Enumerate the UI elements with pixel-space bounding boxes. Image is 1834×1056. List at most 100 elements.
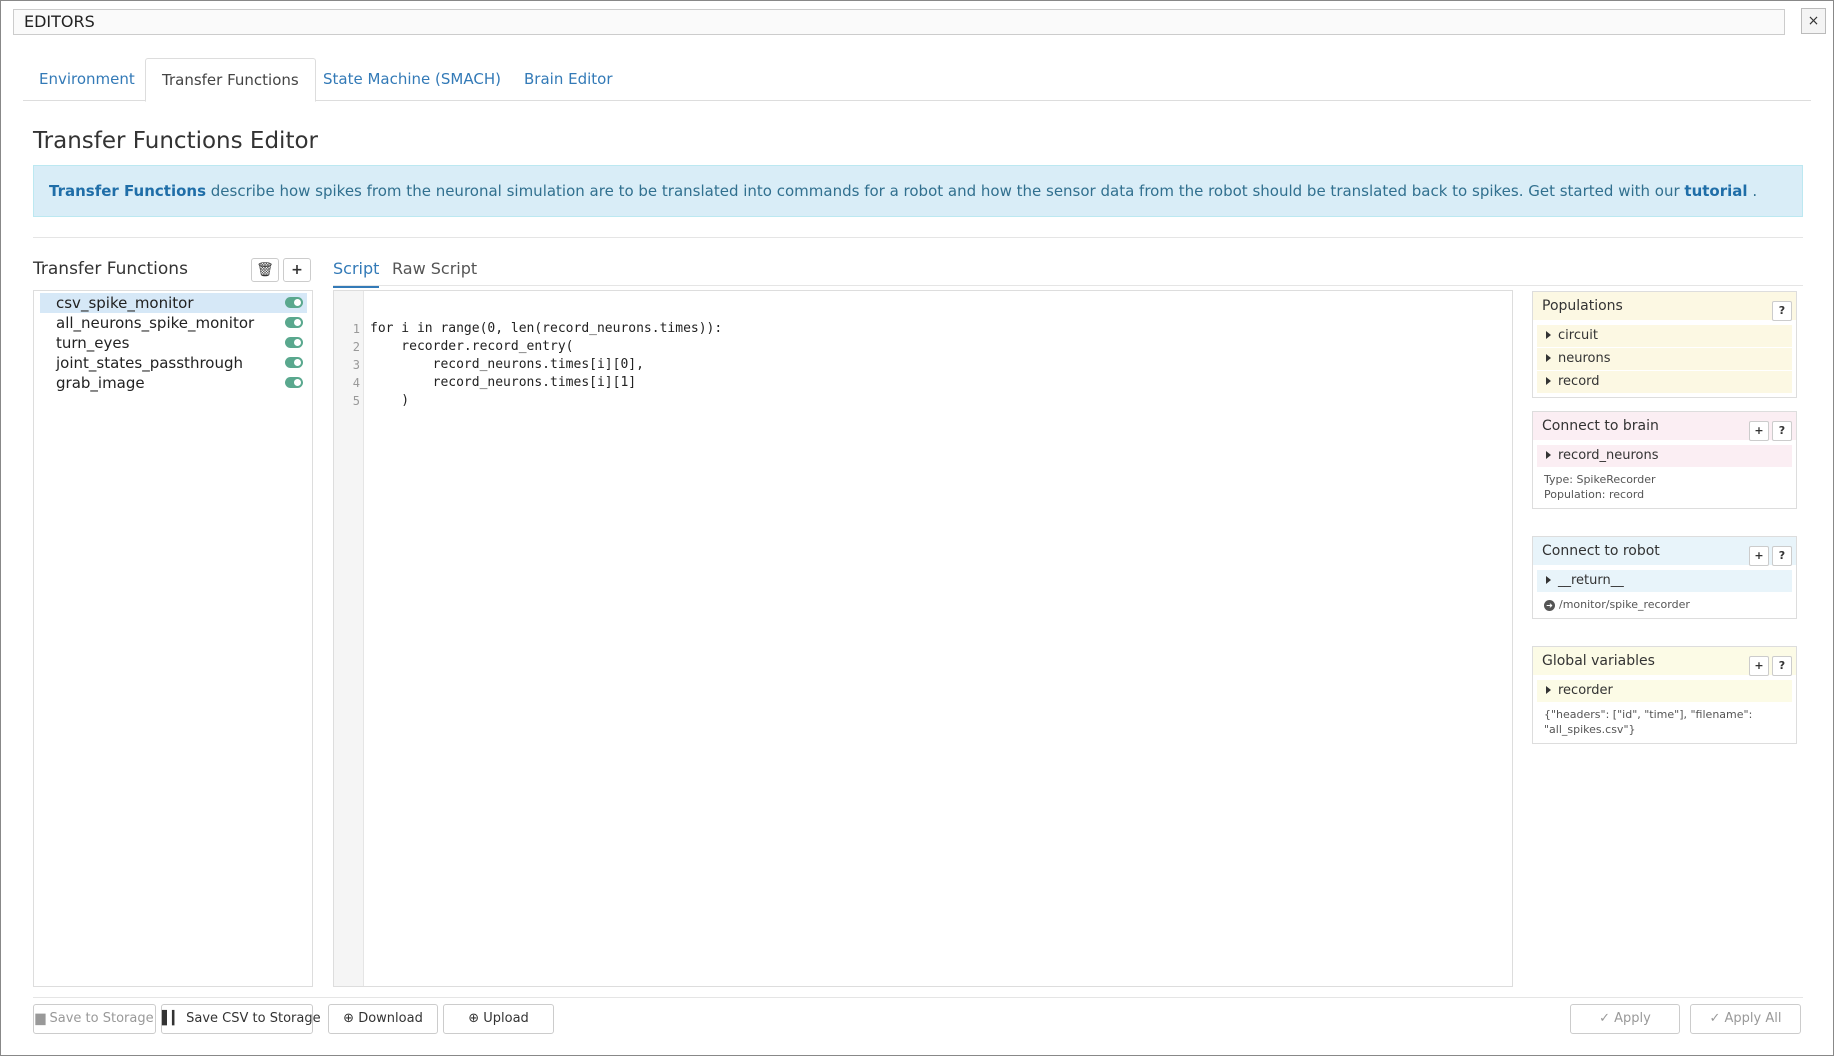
global-variables-help-button[interactable]: ? xyxy=(1772,656,1792,676)
tf-item-csv-spike-monitor[interactable]: csv_spike_monitor xyxy=(40,293,307,313)
code-text: record_neurons.times[i][1] xyxy=(370,375,637,390)
code-line: 1 for i in range(0, len(record_neurons.ti… xyxy=(334,302,722,336)
code-text: ) xyxy=(370,393,410,408)
caret-right-icon xyxy=(1546,576,1551,584)
info-text: describe how spikes from the neuronal si… xyxy=(206,182,1685,200)
connect-brain-panel: Connect to brain +? record_neurons Type:… xyxy=(1532,411,1797,509)
bar-chart-icon: ▌▎ xyxy=(162,1011,187,1026)
plus-icon: + xyxy=(291,262,303,278)
tf-list-header: Transfer Functions xyxy=(33,259,188,279)
tf-item-label: turn_eyes xyxy=(56,334,130,352)
page-title: Transfer Functions Editor xyxy=(33,128,318,154)
population-item-record[interactable]: record xyxy=(1537,371,1792,393)
populations-help-button[interactable]: ? xyxy=(1772,301,1792,321)
caret-right-icon xyxy=(1546,377,1551,385)
code-line: 2 recorder.record_entry( xyxy=(334,320,574,354)
code-line: 4 record_neurons.times[i][1] xyxy=(334,356,636,390)
add-tf-button[interactable]: + xyxy=(283,258,311,282)
connect-brain-help-button[interactable]: ? xyxy=(1772,421,1792,441)
tf-item-all-neurons-spike-monitor[interactable]: all_neurons_spike_monitor xyxy=(40,313,307,333)
tf-item-turn-eyes[interactable]: turn_eyes xyxy=(40,333,307,353)
trash-icon: 🗑 xyxy=(256,262,274,278)
robot-connection-item[interactable]: __return__ xyxy=(1537,570,1792,592)
code-text: for i in range(0, len(record_neurons.tim… xyxy=(370,321,723,336)
tf-list: csv_spike_monitor all_neurons_spike_moni… xyxy=(33,290,313,987)
divider xyxy=(33,237,1803,238)
caret-right-icon xyxy=(1546,451,1551,459)
robot-connection-topic: ➜/monitor/spike_recorder xyxy=(1533,593,1796,618)
brain-connection-population: Population: record xyxy=(1544,488,1645,501)
download-icon: ⊕ xyxy=(343,1011,359,1026)
editor-tabs: Environment Transfer Functions State Mac… xyxy=(23,58,1811,102)
footer-divider xyxy=(33,997,1803,998)
apply-button[interactable]: ✓ Apply xyxy=(1570,1004,1680,1034)
tab-environment[interactable]: Environment xyxy=(23,58,151,101)
code-line: 5 ) xyxy=(334,374,409,408)
population-item-neurons[interactable]: neurons xyxy=(1537,348,1792,370)
tf-item-grab-image[interactable]: grab_image xyxy=(40,373,307,393)
window-title: EDITORS xyxy=(13,9,1785,35)
global-variable-item[interactable]: recorder xyxy=(1537,680,1792,702)
connect-brain-title: Connect to brain xyxy=(1542,418,1659,434)
populations-panel: Populations ? circuit neurons record xyxy=(1532,291,1797,398)
tf-toggle[interactable] xyxy=(285,357,303,368)
info-end: . xyxy=(1747,182,1758,200)
global-variables-header: Global variables +? xyxy=(1533,647,1796,676)
tutorial-link[interactable]: tutorial xyxy=(1684,182,1747,200)
tab-raw-script[interactable]: Raw Script xyxy=(392,259,477,286)
save-to-storage-button[interactable]: ▆ Save to Storage xyxy=(33,1004,156,1034)
global-variables-title: Global variables xyxy=(1542,653,1655,669)
tab-script[interactable]: Script xyxy=(333,259,380,288)
brain-connection-type: Type: SpikeRecorder xyxy=(1544,473,1656,486)
caret-right-icon xyxy=(1546,331,1551,339)
code-editor[interactable]: 1 for i in range(0, len(record_neurons.ti… xyxy=(333,290,1513,987)
tab-transfer-functions[interactable]: Transfer Functions xyxy=(145,58,316,102)
line-number: 5 xyxy=(352,394,360,408)
close-button[interactable]: × xyxy=(1801,8,1826,34)
connect-robot-help-button[interactable]: ? xyxy=(1772,546,1792,566)
save-icon: ▆ xyxy=(35,1011,50,1026)
circle-arrow-icon: ➜ xyxy=(1544,600,1555,611)
tab-brain-editor[interactable]: Brain Editor xyxy=(508,58,628,101)
tf-item-label: csv_spike_monitor xyxy=(56,294,194,312)
populations-title: Populations xyxy=(1542,298,1623,314)
tf-toggle[interactable] xyxy=(285,377,303,388)
tf-item-label: grab_image xyxy=(56,374,145,392)
editors-window: EDITORS × Environment Transfer Functions… xyxy=(0,0,1834,1056)
connect-robot-title: Connect to robot xyxy=(1542,543,1660,559)
tf-item-joint-states-passthrough[interactable]: joint_states_passthrough xyxy=(40,353,307,373)
brain-connection-details: Type: SpikeRecorder Population: record xyxy=(1533,468,1796,508)
tab-state-machine[interactable]: State Machine (SMACH) xyxy=(307,58,517,101)
connect-brain-header: Connect to brain +? xyxy=(1533,412,1796,441)
check-circle-icon: ✓ xyxy=(1709,1011,1725,1026)
tf-toggle[interactable] xyxy=(285,317,303,328)
population-item-circuit[interactable]: circuit xyxy=(1537,325,1792,347)
brain-connection-item[interactable]: record_neurons xyxy=(1537,445,1792,467)
info-banner: Transfer Functions describe how spikes f… xyxy=(33,165,1803,217)
tf-item-label: all_neurons_spike_monitor xyxy=(56,314,255,332)
global-variables-panel: Global variables +? recorder {"headers":… xyxy=(1532,646,1797,744)
global-variable-value: {"headers": ["id", "time"], "filename": … xyxy=(1544,708,1753,736)
delete-tf-button[interactable]: 🗑 xyxy=(251,258,279,282)
code-line: 3 record_neurons.times[i][0], xyxy=(334,338,644,372)
check-circle-icon: ✓ xyxy=(1599,1011,1615,1026)
upload-icon: ⊕ xyxy=(468,1011,484,1026)
save-csv-button[interactable]: ▌▎ Save CSV to Storage xyxy=(161,1004,321,1034)
caret-right-icon xyxy=(1546,354,1551,362)
connect-brain-add-button[interactable]: + xyxy=(1749,421,1769,441)
script-tabs-divider xyxy=(333,285,1803,286)
connect-robot-add-button[interactable]: + xyxy=(1749,546,1769,566)
upload-button[interactable]: ⊕ Upload xyxy=(443,1004,554,1034)
tf-item-label: joint_states_passthrough xyxy=(56,354,243,372)
connect-robot-panel: Connect to robot +? __return__ ➜/monitor… xyxy=(1532,536,1797,619)
tf-toggle[interactable] xyxy=(285,337,303,348)
download-button[interactable]: ⊕ Download xyxy=(328,1004,438,1034)
global-variables-add-button[interactable]: + xyxy=(1749,656,1769,676)
code-text: record_neurons.times[i][0], xyxy=(370,357,644,372)
tf-toggle[interactable] xyxy=(285,297,303,308)
apply-all-button[interactable]: ✓ Apply All xyxy=(1690,1004,1801,1034)
code-text: recorder.record_entry( xyxy=(370,339,574,354)
info-bold: Transfer Functions xyxy=(49,182,207,200)
caret-right-icon xyxy=(1546,686,1551,694)
connect-robot-header: Connect to robot +? xyxy=(1533,537,1796,566)
